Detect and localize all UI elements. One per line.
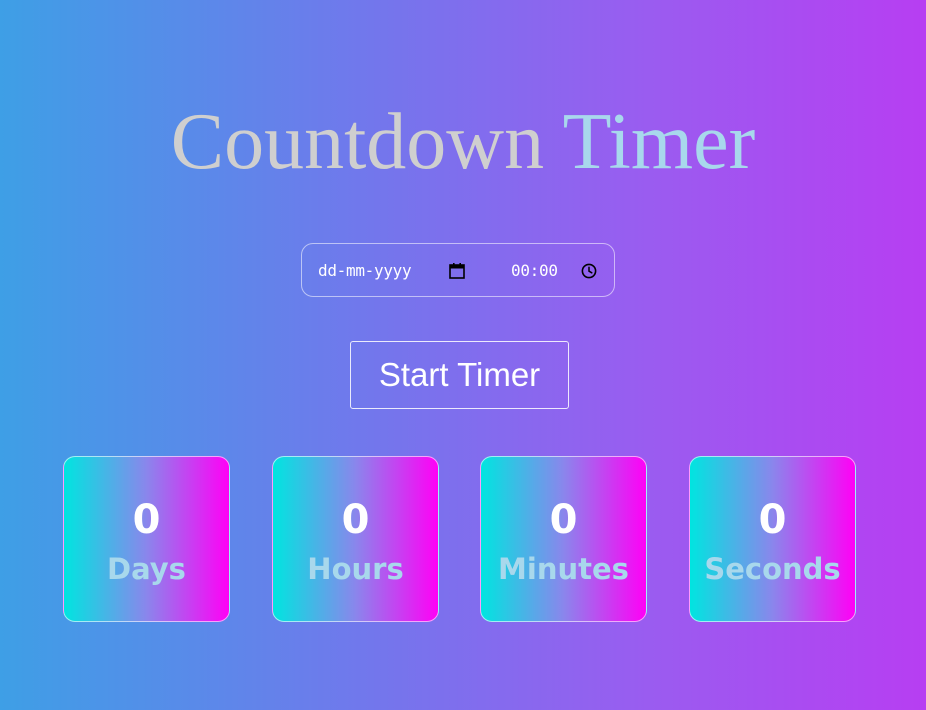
time-field[interactable]: 00:00: [511, 261, 558, 281]
datetime-input[interactable]: dd-mm-yyyy 00:00: [301, 243, 615, 297]
page-title: Countdown Timer: [0, 92, 926, 192]
date-field[interactable]: dd-mm-yyyy: [318, 261, 412, 281]
title-word-timer: Timer: [562, 98, 756, 186]
calendar-icon[interactable]: [448, 262, 466, 280]
countdown-card-days: 0 Days: [63, 456, 230, 622]
hours-value: 0: [341, 497, 370, 543]
title-word-countdown: Countdown: [170, 98, 545, 186]
seconds-label: Seconds: [704, 552, 841, 586]
minutes-label: Minutes: [498, 552, 629, 586]
countdown-card-seconds: 0 Seconds: [689, 456, 856, 622]
clock-icon[interactable]: [580, 262, 598, 280]
countdown-card-minutes: 0 Minutes: [480, 456, 647, 622]
seconds-value: 0: [758, 497, 787, 543]
days-label: Days: [107, 552, 186, 586]
minutes-value: 0: [549, 497, 578, 543]
countdown-card-hours: 0 Hours: [272, 456, 439, 622]
start-timer-button[interactable]: Start Timer: [350, 341, 569, 409]
hours-label: Hours: [307, 552, 404, 586]
days-value: 0: [132, 497, 161, 543]
